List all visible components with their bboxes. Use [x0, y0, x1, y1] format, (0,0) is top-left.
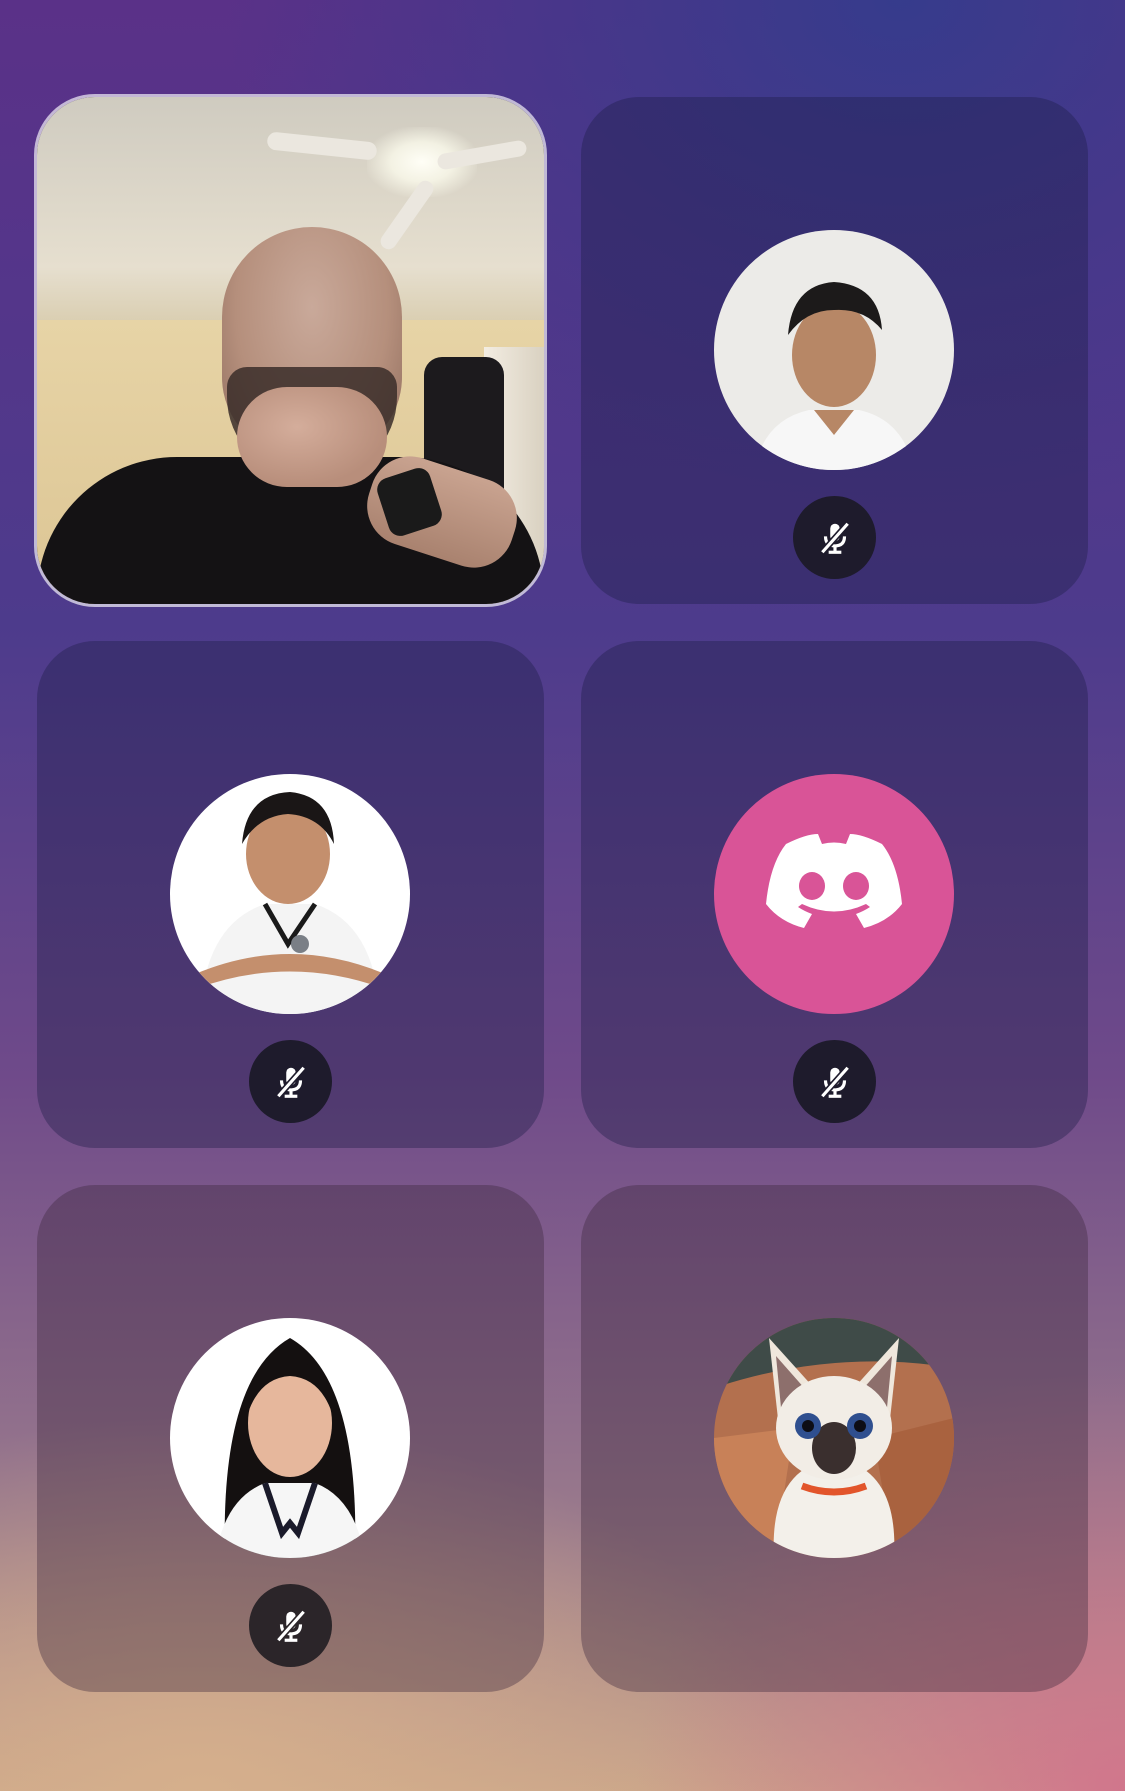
avatar [170, 774, 410, 1014]
mute-badge [249, 1584, 332, 1667]
participant-tile-video[interactable] [37, 97, 544, 604]
microphone-muted-icon [819, 521, 850, 554]
participant-tile[interactable] [581, 641, 1088, 1148]
microphone-muted-icon [819, 1065, 850, 1098]
mute-badge [249, 1040, 332, 1123]
avatar [170, 1318, 410, 1558]
participant-tile[interactable] [581, 1185, 1088, 1692]
avatar-photo [714, 1318, 954, 1558]
mute-badge [793, 496, 876, 579]
avatar [714, 230, 954, 470]
discord-logo-icon [714, 774, 954, 1014]
participant-tile[interactable] [581, 97, 1088, 604]
participant-tile[interactable] [37, 641, 544, 1148]
participant-tile[interactable] [37, 1185, 544, 1692]
video-feed [37, 97, 544, 604]
avatar [714, 1318, 954, 1558]
avatar-photo [170, 774, 410, 1014]
avatar-photo [170, 1318, 410, 1558]
avatar-photo [714, 230, 954, 470]
avatar [714, 774, 954, 1014]
participant-grid [37, 97, 1088, 1692]
microphone-muted-icon [275, 1609, 306, 1642]
mute-badge [793, 1040, 876, 1123]
microphone-muted-icon [275, 1065, 306, 1098]
